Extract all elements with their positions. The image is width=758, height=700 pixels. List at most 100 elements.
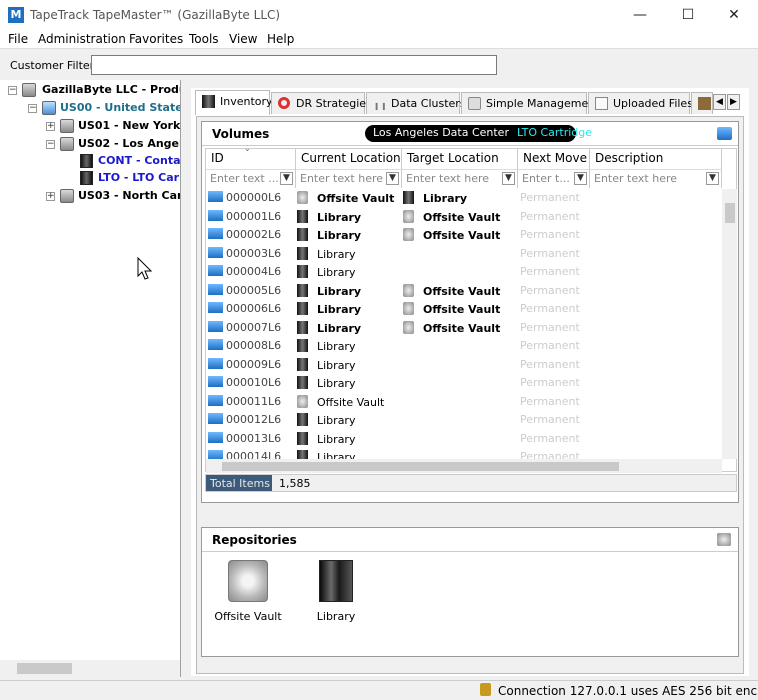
cell-current-location-text: Library — [317, 321, 362, 335]
table-row[interactable]: 000011L6 Offsite Vault Permanent — [206, 393, 722, 412]
table-row[interactable]: 000013L6 Library Permanent — [206, 430, 722, 449]
tab-strip: Inventory DR Strategies ╻╻ Data Clusters… — [191, 90, 749, 115]
filter-placeholder: Enter text here — [300, 172, 384, 185]
cell-id: 000010L6 — [208, 376, 281, 389]
tab-dr-strategies[interactable]: DR Strategies — [271, 92, 372, 114]
menu-file[interactable]: File — [8, 32, 28, 46]
table-row[interactable]: 000000L6 Offsite Vault Library Permanent — [206, 189, 722, 208]
volume-icon — [208, 283, 223, 295]
grid-vertical-scrollbar[interactable] — [722, 189, 737, 459]
column-header-current-location[interactable]: Current Location — [296, 149, 402, 169]
collapse-icon[interactable]: − — [8, 86, 17, 95]
table-row[interactable]: 000004L6 Library Permanent — [206, 263, 722, 282]
menu-view[interactable]: View — [229, 32, 257, 46]
repository-offsite-vault[interactable]: Offsite Vault — [208, 560, 288, 630]
volume-icon — [208, 246, 223, 258]
customer-filter-input[interactable] — [91, 55, 497, 75]
table-row[interactable]: 000003L6 Library Permanent — [206, 245, 722, 264]
tab-scroll-left-button[interactable]: ◀ — [713, 94, 726, 110]
filter-icon[interactable]: ▼ — [502, 172, 515, 185]
volumes-rows: 000000L6 Offsite Vault Library Permanent 000… — [206, 189, 722, 459]
collapse-icon[interactable]: − — [46, 140, 55, 149]
tree-horizontal-scrollbar[interactable] — [0, 660, 180, 677]
tab-inventory[interactable]: Inventory — [195, 90, 273, 115]
tab-label: Inventory — [220, 95, 273, 108]
table-row[interactable]: 000009L6 Library Permanent — [206, 356, 722, 375]
cell-current-location-text: Library — [317, 229, 362, 242]
cell-current-location-text: Offsite Vault — [317, 395, 385, 409]
tab-uploaded-files[interactable]: Uploaded Files — [588, 92, 693, 114]
filter-cell-description[interactable]: Enter text here ▼ — [590, 169, 722, 188]
cell-current-location: Library — [297, 339, 355, 353]
cell-id-text: 000003L6 — [226, 246, 282, 260]
grid-horizontal-scrollbar[interactable] — [206, 459, 722, 473]
tab-scroll-right-button[interactable]: ▶ — [727, 94, 740, 110]
cell-current-location-text: Library — [317, 247, 356, 261]
scrollbar-thumb[interactable] — [222, 462, 619, 471]
filter-placeholder: Enter text ... — [210, 172, 279, 185]
table-row[interactable]: 000010L6 Library Permanent — [206, 374, 722, 393]
cell-current-location-text: Library — [317, 432, 356, 446]
minimize-button[interactable]: — — [617, 0, 663, 30]
volumes-header: Volumes Los Angeles Data Center LTO Cartr… — [202, 122, 738, 146]
table-row[interactable]: 000002L6 Library Offsite Vault Permanent — [206, 226, 722, 245]
table-row[interactable]: 000008L6 Library Permanent — [206, 337, 722, 356]
vault-icon[interactable] — [717, 533, 731, 546]
filter-icon[interactable]: ▼ — [280, 172, 293, 185]
column-header-id[interactable]: ID ⌄ — [206, 144, 296, 169]
volume-icon — [208, 265, 223, 276]
column-header-target-location[interactable]: Target Location — [402, 149, 518, 169]
column-header-description[interactable]: Description — [590, 149, 722, 169]
filter-cell-target-location[interactable]: Enter text here ▼ — [402, 169, 518, 188]
cell-next-move: Permanent — [520, 265, 580, 278]
cell-id: 000009L6 — [208, 357, 281, 371]
menu-favorites[interactable]: Favorites — [129, 32, 183, 46]
volume-icon[interactable] — [717, 127, 732, 140]
close-button[interactable]: ✕ — [711, 0, 757, 30]
cell-id-text: 000008L6 — [226, 339, 282, 352]
filter-icon[interactable]: ▼ — [574, 172, 587, 185]
tab-overflow[interactable] — [691, 92, 713, 114]
tab-data-clusters[interactable]: ╻╻ Data Clusters — [366, 92, 466, 114]
tape-icon — [80, 154, 93, 168]
maximize-button[interactable]: ☐ — [665, 0, 711, 30]
repository-library[interactable]: Library — [296, 560, 376, 630]
column-header-next-move[interactable]: Next Move — [518, 149, 590, 169]
table-row[interactable]: 000012L6 Library Permanent — [206, 411, 722, 430]
repositories-heading: Repositories — [212, 533, 297, 547]
filter-icon[interactable]: ▼ — [706, 172, 719, 185]
table-row[interactable]: 000007L6 Library Offsite Vault Permanent — [206, 319, 722, 338]
customer-filter-label: Customer Filter — [10, 59, 95, 72]
cell-id-text: 000000L6 — [226, 191, 282, 204]
expand-icon[interactable]: + — [46, 192, 55, 201]
table-row[interactable]: 000005L6 Library Offsite Vault Permanent — [206, 282, 722, 301]
cell-next-move: Permanent — [520, 302, 580, 315]
cell-current-location-text: Library — [317, 340, 356, 353]
vault-icon — [297, 191, 308, 204]
menu-help[interactable]: Help — [267, 32, 294, 46]
collapse-icon[interactable]: − — [28, 104, 37, 113]
table-row[interactable]: 000001L6 Library Offsite Vault Permanent — [206, 208, 722, 227]
scrollbar-thumb[interactable] — [725, 203, 735, 223]
filter-cell-current-location[interactable]: Enter text here ▼ — [296, 169, 402, 188]
filter-cell-id[interactable]: Enter text ... ▼ — [206, 169, 296, 188]
menu-tools[interactable]: Tools — [189, 32, 219, 46]
cell-id: 000002L6 — [208, 228, 281, 241]
tab-simple-management[interactable]: Simple Management — [461, 92, 600, 114]
menu-administration[interactable]: Administration — [38, 32, 126, 46]
vault-icon — [403, 283, 414, 297]
cell-current-location: Library — [297, 320, 362, 335]
table-row[interactable]: 000006L6 Library Offsite Vault Permanent — [206, 300, 722, 319]
cell-current-location: Library — [297, 450, 355, 459]
server-icon — [60, 189, 74, 203]
filter-icon[interactable]: ▼ — [386, 172, 399, 185]
filter-cell-next-move[interactable]: Enter t... ▼ — [518, 169, 590, 188]
table-row[interactable]: 000014L6 Library Permanent — [206, 448, 722, 459]
cell-next-move: Permanent — [520, 413, 580, 426]
tape-library-icon — [297, 209, 308, 223]
scrollbar-thumb[interactable] — [17, 663, 72, 674]
chart-icon: ╻╻ — [373, 96, 388, 110]
mouse-cursor-icon — [137, 257, 153, 280]
cell-id: 000003L6 — [208, 246, 282, 260]
expand-icon[interactable]: + — [46, 122, 55, 131]
